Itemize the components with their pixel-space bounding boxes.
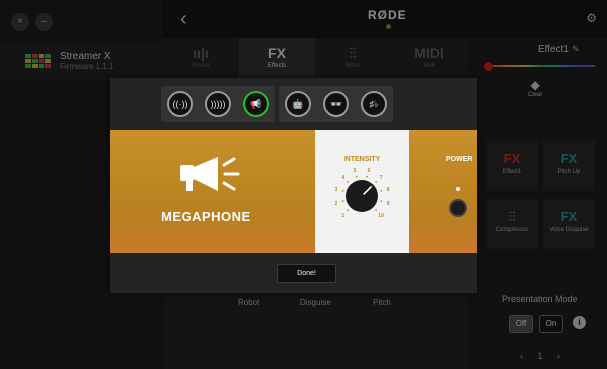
dial-knob[interactable] — [346, 180, 378, 212]
effect-name: MEGAPHONE — [161, 209, 251, 224]
effect-banner: MEGAPHONE INTENSITY 1 2 3 4 5 6 7 8 9 10 POWER — [110, 130, 477, 253]
dial-tick-label: 4 — [342, 175, 345, 181]
megaphone-effect-dialog: ((·)) ))))) 📢 🤖 🕶 ♯♭ MEGAPHONE INTENSITY… — [110, 78, 477, 293]
dial-tick-dot — [375, 209, 378, 212]
dial-tick-label: 1 — [342, 213, 345, 219]
dial-tick-dot — [346, 209, 349, 212]
dial-tick-dot — [366, 175, 369, 178]
robot-icon[interactable]: 🤖 — [285, 91, 311, 117]
dial-tick-dot — [341, 189, 344, 192]
dial-tick-dot — [341, 200, 344, 203]
dial-tick-label: 9 — [387, 201, 390, 207]
megaphone-icon[interactable]: 📢 — [243, 91, 269, 117]
dial-tick-label: 8 — [387, 187, 390, 193]
dial-tick-label: 6 — [368, 168, 371, 174]
power-indicator — [456, 187, 460, 191]
effect-group-2: 🤖 🕶 ♯♭ — [279, 86, 393, 122]
echo-icon[interactable]: ((·)) — [167, 91, 193, 117]
dial-tick-dot — [346, 180, 349, 183]
dial-tick-label: 3 — [335, 187, 338, 193]
dial-tick-dot — [375, 180, 378, 183]
power-label: POWER — [446, 156, 473, 163]
intensity-dial[interactable]: 12345 678910 — [330, 162, 394, 226]
dial-tick-label: 10 — [378, 213, 384, 219]
dial-tick-label: 7 — [380, 175, 383, 181]
power-button[interactable] — [449, 199, 467, 217]
disguise-icon[interactable]: 🕶 — [323, 91, 349, 117]
dial-tick-dot — [355, 175, 358, 178]
pitch-icon[interactable]: ♯♭ — [361, 91, 387, 117]
reverb-icon[interactable]: ))))) — [205, 91, 231, 117]
done-button[interactable]: Done! — [277, 264, 336, 283]
megaphone-icon — [180, 157, 240, 191]
intensity-panel: INTENSITY 1 2 3 4 5 6 7 8 9 10 — [315, 130, 409, 253]
dial-tick-label: 5 — [354, 168, 357, 174]
app-window: × – Streamer X Firmware 1.1.1 ‹ RØDE ⚙ ı… — [0, 0, 607, 369]
effect-group-1: ((·)) ))))) 📢 — [161, 86, 275, 122]
dial-tick-dot — [380, 189, 383, 192]
effect-selector-bar: ((·)) ))))) 📢 🤖 🕶 ♯♭ — [161, 86, 393, 122]
dial-tick-dot — [380, 200, 383, 203]
dial-tick-label: 2 — [335, 201, 338, 207]
